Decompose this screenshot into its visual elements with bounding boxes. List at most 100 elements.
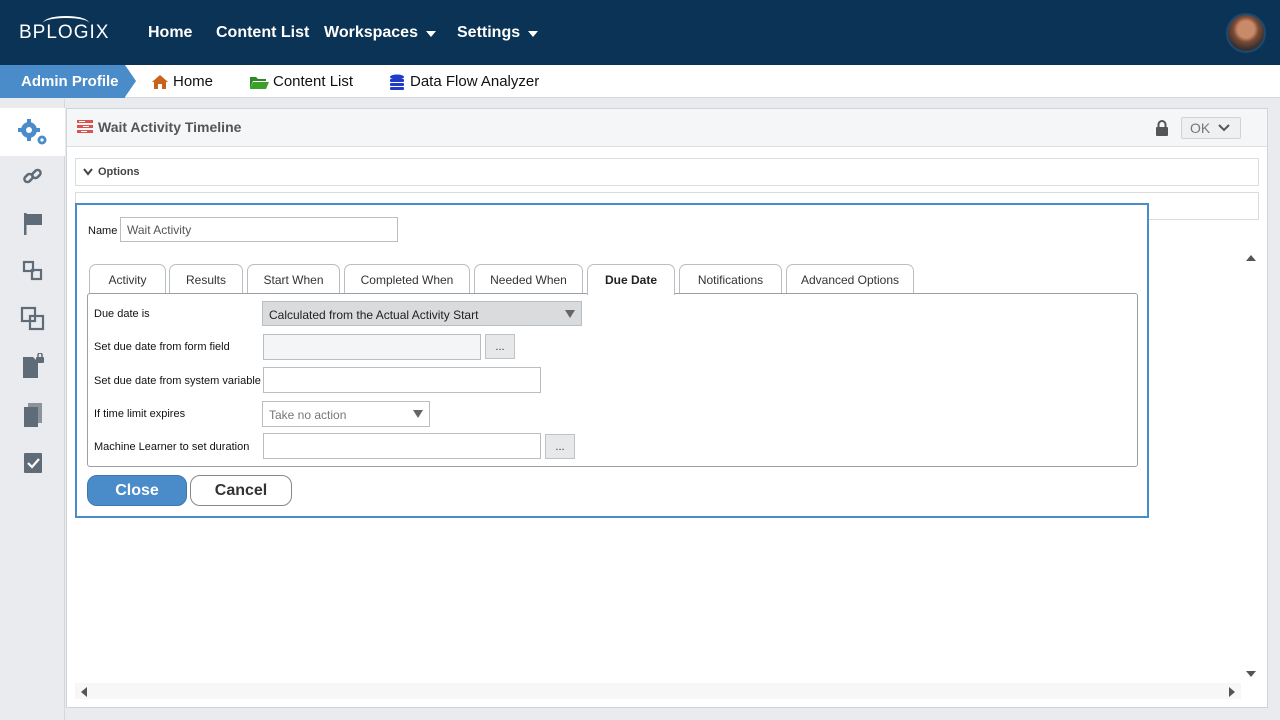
scroll-right-arrow[interactable] — [1229, 687, 1235, 697]
nav-home-label: Home — [148, 24, 193, 41]
breadcrumb-data-flow[interactable]: Data Flow Analyzer — [388, 73, 539, 90]
tab-label: Needed When — [490, 273, 567, 287]
dots-label: ... — [555, 441, 565, 453]
form-field-input[interactable] — [263, 334, 481, 360]
tab-completed-when[interactable]: Completed When — [344, 264, 470, 294]
system-variable-label: Set due date from system variable — [94, 375, 261, 387]
dropdown-arrow-icon — [413, 410, 423, 418]
sidebar-item-overlap[interactable] — [0, 295, 65, 343]
options-label: Options — [98, 166, 140, 178]
tab-label: Results — [185, 273, 226, 287]
tab-label: Completed When — [360, 273, 454, 287]
system-variable-input[interactable] — [263, 367, 541, 393]
sidebar-item-settings[interactable] — [0, 108, 65, 156]
tab-due-date[interactable]: Due Date — [587, 264, 675, 295]
dots-label: ... — [495, 341, 505, 353]
sidebar-item-secure-docs[interactable] — [0, 343, 65, 391]
horizontal-scrollbar[interactable] — [75, 683, 1241, 699]
nav-settings[interactable]: Settings — [457, 24, 539, 42]
nav-workspaces[interactable]: Workspaces — [324, 24, 436, 42]
overlap-icon — [20, 306, 44, 331]
chevron-down-icon — [83, 168, 93, 176]
time-limit-select[interactable]: Take no action — [262, 401, 430, 427]
flag-icon — [23, 213, 42, 235]
scroll-down-arrow[interactable] — [1246, 671, 1256, 677]
machine-learner-picker-button[interactable]: ... — [545, 434, 575, 459]
tab-label: Start When — [263, 273, 324, 287]
name-field[interactable] — [120, 217, 398, 242]
machine-learner-input[interactable] — [263, 433, 541, 459]
breadcrumb-content-list[interactable]: Content List — [249, 73, 353, 90]
tab-label: Notifications — [697, 273, 764, 287]
nav-content-list[interactable]: Content List — [216, 24, 309, 42]
chevron-down-icon — [425, 31, 436, 37]
nav-workspaces-label: Workspaces — [324, 24, 418, 41]
sidebar-item-copies[interactable] — [0, 391, 65, 439]
page-title: Wait Activity Timeline — [98, 119, 242, 135]
wait-activity-dialog: Name Activity Results Start When Complet… — [75, 203, 1149, 518]
tab-results[interactable]: Results — [169, 264, 243, 294]
time-limit-label: If time limit expires — [94, 408, 186, 420]
due-date-value: Calculated from the Actual Activity Star… — [269, 308, 479, 322]
due-date-select[interactable]: Calculated from the Actual Activity Star… — [262, 301, 582, 326]
gears-icon — [17, 119, 46, 145]
due-date-tab-panel: Due date is Calculated from the Actual A… — [87, 293, 1138, 467]
dropdown-arrow-icon — [565, 310, 575, 318]
cancel-button[interactable]: Cancel — [190, 475, 292, 506]
lock-icon[interactable] — [1155, 120, 1169, 136]
chevron-down-icon — [1218, 124, 1230, 132]
user-avatar[interactable] — [1226, 13, 1266, 53]
home-icon — [152, 74, 168, 89]
sidebar-item-checklist[interactable] — [0, 439, 65, 487]
options-section[interactable]: Options — [75, 158, 1259, 186]
form-field-label: Set due date from form field — [94, 341, 230, 353]
tab-start-when[interactable]: Start When — [247, 264, 340, 294]
sidebar — [0, 99, 65, 720]
bplogix-logo[interactable]: BPLOGIX — [19, 16, 109, 44]
time-limit-value: Take no action — [269, 408, 347, 422]
folder-icon — [250, 76, 269, 89]
admin-profile-label: Admin Profile — [21, 73, 119, 90]
breadcrumb-data-flow-label: Data Flow Analyzer — [410, 73, 540, 90]
breadcrumb-content-list-label: Content List — [273, 73, 354, 90]
name-label: Name — [88, 225, 118, 237]
nav-home[interactable]: Home — [148, 24, 192, 42]
scroll-up-arrow[interactable] — [1246, 255, 1256, 261]
tab-activity[interactable]: Activity — [89, 264, 166, 294]
tab-advanced-options[interactable]: Advanced Options — [786, 264, 914, 294]
nav-settings-label: Settings — [457, 24, 521, 41]
breadcrumb-admin-profile[interactable]: Admin Profile — [0, 65, 136, 98]
ok-button[interactable]: OK — [1181, 117, 1241, 139]
tab-needed-when[interactable]: Needed When — [474, 264, 583, 294]
breadcrumb-home[interactable]: Home — [151, 73, 213, 90]
due-date-label: Due date is — [94, 308, 150, 320]
close-button-label: Close — [115, 482, 159, 499]
tab-label: Due Date — [604, 273, 657, 287]
database-icon — [390, 74, 404, 90]
sidebar-item-flags[interactable] — [0, 200, 65, 248]
breadcrumb-home-label: Home — [173, 73, 214, 90]
tab-label: Advanced Options — [800, 273, 900, 287]
tab-label: Activity — [108, 273, 147, 287]
sidebar-item-diagram[interactable] — [0, 247, 65, 295]
copy-icon — [23, 403, 42, 427]
nav-content-list-label: Content List — [216, 24, 310, 41]
ok-button-label: OK — [1190, 120, 1211, 136]
top-navbar: BPLOGIX Home Content List Workspaces Set… — [0, 0, 1280, 65]
locked-document-icon — [22, 353, 44, 378]
machine-learner-label: Machine Learner to set duration — [94, 441, 250, 453]
close-button[interactable]: Close — [87, 475, 187, 506]
breadcrumb: Admin Profile Home Content List Data Flo… — [0, 65, 1280, 98]
diagram-icon — [22, 260, 42, 281]
chevron-down-icon — [528, 31, 539, 37]
sidebar-item-links[interactable] — [0, 153, 65, 201]
form-field-picker-button[interactable]: ... — [485, 334, 515, 359]
logo-arc — [43, 16, 89, 30]
link-icon — [22, 168, 42, 184]
checklist-icon — [23, 453, 42, 473]
timeline-icon — [77, 120, 93, 133]
panel-header: Wait Activity Timeline OK — [67, 109, 1267, 147]
tab-notifications[interactable]: Notifications — [679, 264, 782, 294]
cancel-button-label: Cancel — [214, 482, 268, 499]
scroll-left-arrow[interactable] — [81, 687, 87, 697]
